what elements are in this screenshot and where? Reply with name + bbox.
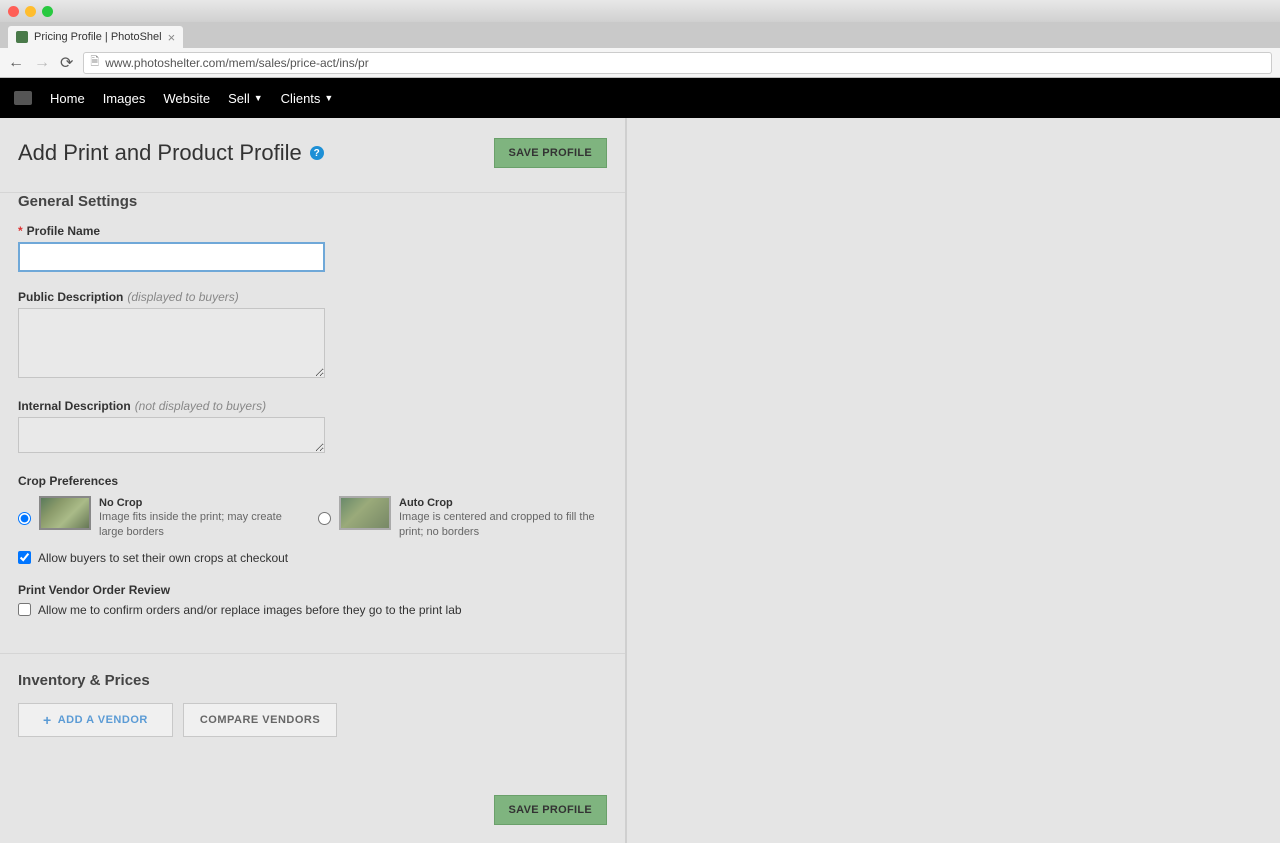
save-profile-button[interactable]: SAVE PROFILE xyxy=(494,138,607,168)
app-nav: Home Images Website Sell▼ Clients▼ xyxy=(0,78,1280,118)
help-icon[interactable]: ? xyxy=(310,146,324,160)
no-crop-radio[interactable] xyxy=(18,512,31,525)
auto-crop-thumbnail-icon xyxy=(339,496,391,530)
public-description-input[interactable] xyxy=(18,308,325,378)
profile-name-input[interactable] xyxy=(18,242,325,272)
no-crop-thumbnail-icon xyxy=(39,496,91,530)
favicon-icon xyxy=(16,31,28,43)
save-profile-button-bottom[interactable]: SAVE PROFILE xyxy=(494,795,607,825)
chevron-down-icon: ▼ xyxy=(324,93,333,103)
vendor-review-row[interactable]: Allow me to confirm orders and/or replac… xyxy=(18,603,607,617)
crop-option-no-crop[interactable]: No Crop Image fits inside the print; may… xyxy=(18,496,298,539)
auto-crop-radio[interactable] xyxy=(318,512,331,525)
profile-name-label: * Profile Name xyxy=(18,224,607,238)
allow-buyer-crop-checkbox[interactable] xyxy=(18,551,31,564)
vendor-review-label: Print Vendor Order Review xyxy=(18,583,607,597)
window-titlebar xyxy=(0,0,1280,22)
allow-buyer-crop-row[interactable]: Allow buyers to set their own crops at c… xyxy=(18,551,607,565)
required-icon: * xyxy=(18,224,23,238)
nav-clients[interactable]: Clients▼ xyxy=(281,91,334,106)
tab-title: Pricing Profile | PhotoShel xyxy=(34,31,162,43)
crop-option-auto-crop[interactable]: Auto Crop Image is centered and cropped … xyxy=(318,496,598,539)
browser-addressbar: ← → ⟳ 🗎 www.photoshelter.com/mem/sales/p… xyxy=(0,48,1280,78)
crop-preferences-label: Crop Preferences xyxy=(18,474,607,488)
browser-chrome: Pricing Profile | PhotoShel × ← → ⟳ 🗎 ww… xyxy=(0,0,1280,78)
page-info-icon: 🗎 xyxy=(90,53,99,72)
chevron-down-icon: ▼ xyxy=(254,93,263,103)
nav-sell[interactable]: Sell▼ xyxy=(228,91,263,106)
general-settings-heading: General Settings xyxy=(18,193,607,210)
browser-tabbar: Pricing Profile | PhotoShel × xyxy=(0,22,1280,48)
window-maximize-icon[interactable] xyxy=(42,6,53,17)
page-title: Add Print and Product Profile ? xyxy=(18,140,324,166)
logo-icon[interactable] xyxy=(14,91,32,105)
internal-description-label: Internal Description (not displayed to b… xyxy=(18,399,607,413)
browser-tab[interactable]: Pricing Profile | PhotoShel × xyxy=(8,26,183,48)
reload-icon[interactable]: ⟳ xyxy=(60,53,73,73)
url-field[interactable]: 🗎 www.photoshelter.com/mem/sales/price-a… xyxy=(83,52,1272,74)
inventory-prices-heading: Inventory & Prices xyxy=(18,672,607,689)
public-description-label: Public Description (displayed to buyers) xyxy=(18,290,607,304)
nav-images[interactable]: Images xyxy=(103,91,146,106)
window-minimize-icon[interactable] xyxy=(25,6,36,17)
nav-home[interactable]: Home xyxy=(50,91,85,106)
forward-icon[interactable]: → xyxy=(34,54,50,72)
back-icon[interactable]: ← xyxy=(8,54,24,72)
window-close-icon[interactable] xyxy=(8,6,19,17)
internal-description-input[interactable] xyxy=(18,417,325,453)
nav-website[interactable]: Website xyxy=(163,91,210,106)
close-icon[interactable]: × xyxy=(168,31,176,44)
vendor-review-checkbox[interactable] xyxy=(18,603,31,616)
url-text: www.photoshelter.com/mem/sales/price-act… xyxy=(105,56,368,70)
